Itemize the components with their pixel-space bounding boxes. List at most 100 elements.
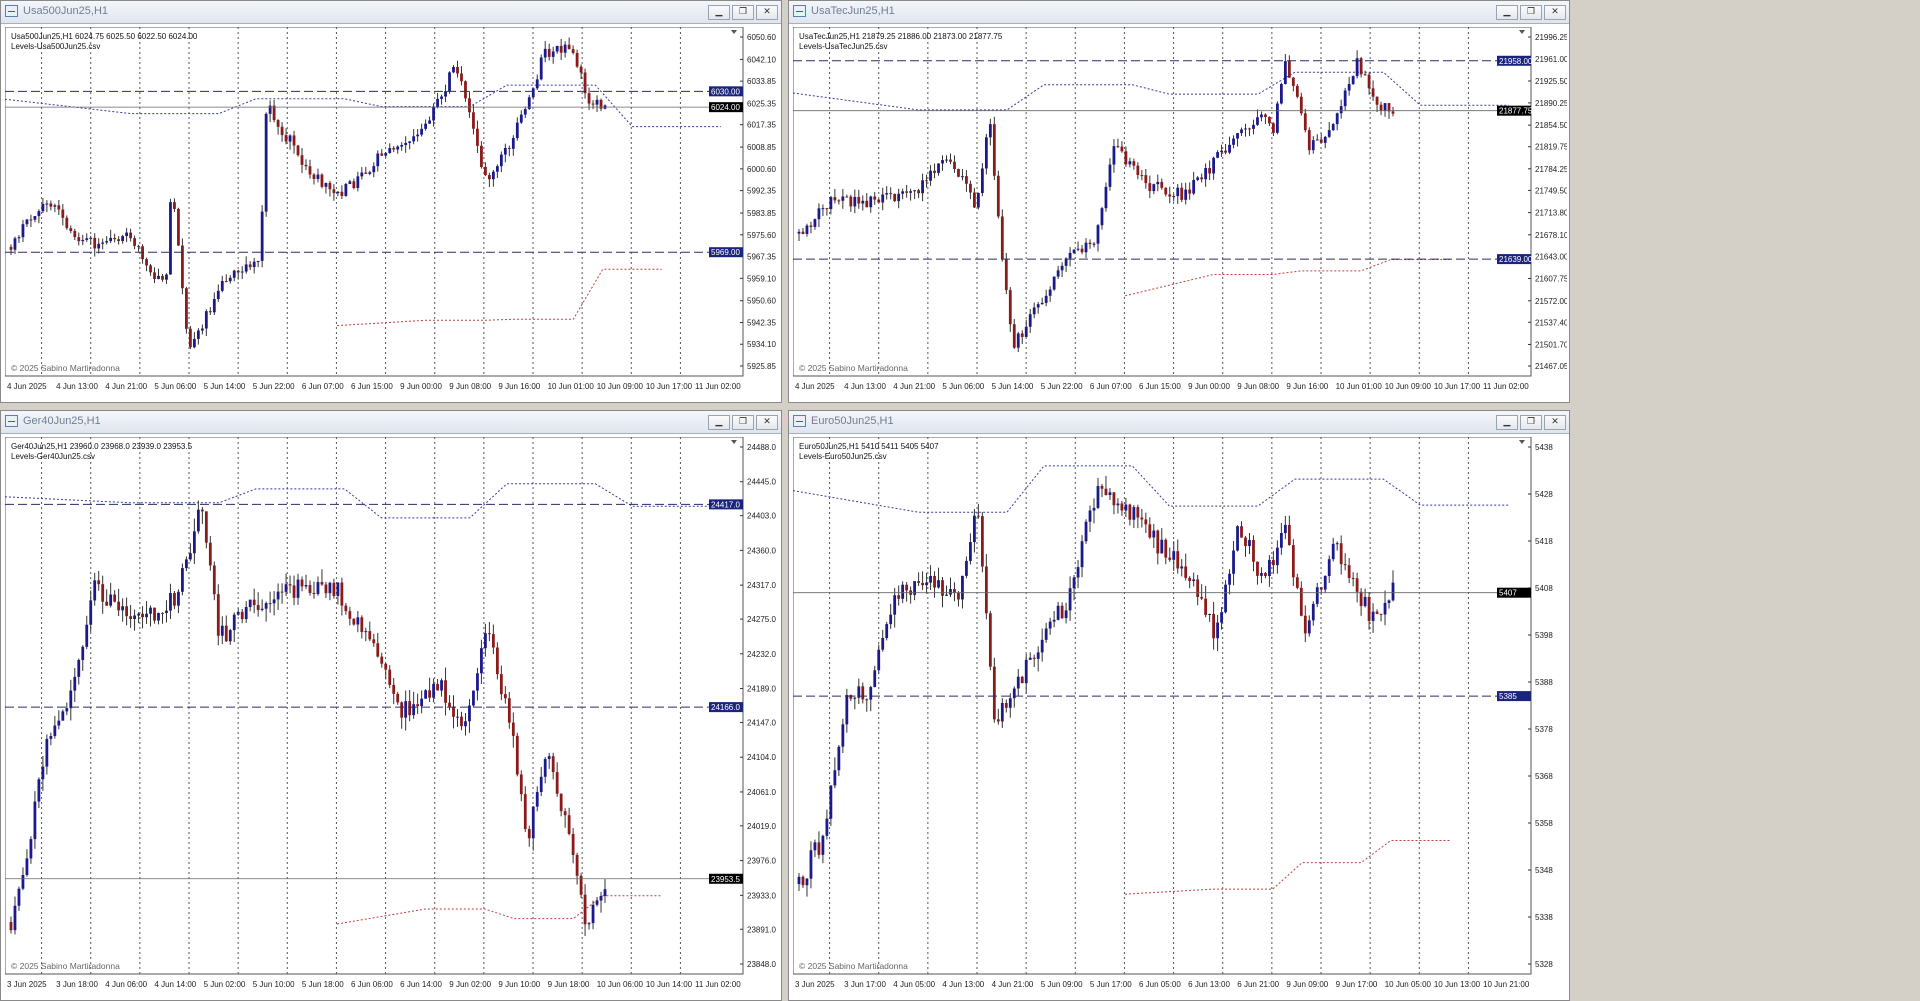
restore-button[interactable]: ❐ <box>1520 5 1542 20</box>
candle-body <box>73 676 77 691</box>
plot-area[interactable] <box>793 437 1532 975</box>
candle-body <box>224 281 228 283</box>
candle-body <box>101 242 105 244</box>
candle-body <box>1295 85 1299 97</box>
minimize-button[interactable]: ▁ <box>708 415 730 430</box>
candle-body <box>252 261 256 268</box>
close-button[interactable]: ✕ <box>1544 5 1566 20</box>
time-axis-label: 11 Jun 02:00 <box>695 980 741 989</box>
price-axis-label: 24445.0 <box>747 478 776 487</box>
minimize-button[interactable]: ▁ <box>1496 415 1518 430</box>
candle-body <box>1228 573 1231 585</box>
candle-body <box>571 833 575 856</box>
candle-body <box>208 542 212 566</box>
price-axis-label: 5959.10 <box>747 274 776 283</box>
candle-body <box>185 288 188 329</box>
candle-body <box>897 193 901 202</box>
candle-body <box>1315 587 1319 604</box>
price-axis-label: 23933.0 <box>747 891 776 900</box>
level-label: 5385 <box>1499 692 1517 701</box>
candle-body <box>1204 598 1208 615</box>
candle-body <box>149 607 152 614</box>
restore-button[interactable]: ❐ <box>732 415 754 430</box>
window-titlebar[interactable]: Usa500Jun25,H1 ▁ ❐ ✕ <box>1 1 781 24</box>
candle-body <box>523 109 527 115</box>
candle-body <box>1104 186 1108 209</box>
candle-body <box>248 599 252 608</box>
restore-icon: ❐ <box>1526 7 1536 17</box>
candle-body <box>1204 168 1208 180</box>
chart-window-euro50[interactable]: Euro50Jun25,H1 ▁ ❐ ✕ 5438 5428 5418 5408 539… <box>788 410 1570 1001</box>
chart-window-usatec[interactable]: UsaTecJun25,H1 ▁ ❐ ✕ 21996.25 21961.00 219… <box>788 0 1570 403</box>
candle-body <box>1248 539 1251 547</box>
candle-body <box>1367 74 1371 89</box>
candle-body <box>1160 181 1164 188</box>
symbol-info: Ger40Jun25,H1 23960.0 23968.0 23939.0 23… <box>11 442 193 451</box>
candle-body <box>53 725 57 736</box>
restore-button[interactable]: ❐ <box>732 5 754 20</box>
candle-body <box>535 79 539 89</box>
candle-body <box>25 219 29 225</box>
time-axis-label: 9 Jun 02:00 <box>449 980 491 989</box>
candle-body <box>1275 103 1279 133</box>
chart-window-icon <box>5 415 18 427</box>
plot-area[interactable] <box>5 437 744 975</box>
candle-body <box>328 182 332 190</box>
copyright-text: © 2025 Sabino Martiradonna <box>799 961 908 971</box>
candle-body <box>129 232 132 239</box>
candle-body <box>400 145 404 147</box>
candle-body <box>1116 503 1120 506</box>
time-axis: 3 Jun 2025 3 Jun 17:00 4 Jun 05:00 4 Jun 13… <box>795 980 1530 989</box>
candle-body <box>809 225 813 227</box>
price-chart[interactable]: 5438 5428 5418 5408 5398 5388 5378 5368 5358 5348… <box>793 437 1567 998</box>
candle-body <box>1299 587 1303 616</box>
candle-body <box>833 197 837 201</box>
candle-body <box>49 735 53 739</box>
time-axis-label: 4 Jun 14:00 <box>154 980 196 989</box>
close-icon: ✕ <box>763 7 771 17</box>
candle-body <box>961 176 964 178</box>
window-titlebar[interactable]: UsaTecJun25,H1 ▁ ❐ ✕ <box>789 1 1569 24</box>
candle-body <box>320 582 324 585</box>
time-axis-label: 9 Jun 08:00 <box>449 382 491 391</box>
time-axis-label: 4 Jun 05:00 <box>893 980 935 989</box>
time-axis-label: 10 Jun 01:00 <box>548 382 595 391</box>
candle-body <box>300 155 304 165</box>
price-chart[interactable]: 21996.25 21961.00 21925.50 21890.25 21854.50… <box>793 27 1567 400</box>
price-axis-label: 21678.10 <box>1535 231 1567 240</box>
candle-body <box>85 624 89 647</box>
candle-body <box>1279 84 1283 104</box>
candle-body <box>264 113 268 212</box>
chart-window-ger40[interactable]: Ger40Jun25,H1 ▁ ❐ ✕ 24488.0 24445.0 24403.… <box>0 410 782 1001</box>
minimize-button[interactable]: ▁ <box>1496 5 1518 20</box>
candle-body <box>961 575 964 600</box>
candle-body <box>1355 578 1359 592</box>
candle-body <box>933 575 936 588</box>
minimize-button[interactable]: ▁ <box>708 5 730 20</box>
candle-body <box>460 716 463 727</box>
candle-body <box>1088 242 1092 245</box>
candle-body <box>587 923 591 925</box>
candle-body <box>929 170 932 181</box>
price-chart[interactable]: 24488.0 24445.0 24403.0 24360.0 24317.0 24275… <box>5 437 779 998</box>
candle-body <box>1252 124 1255 129</box>
candle-body <box>484 633 487 649</box>
window-titlebar[interactable]: Euro50Jun25,H1 ▁ ❐ ✕ <box>789 411 1569 434</box>
window-titlebar[interactable]: Ger40Jun25,H1 ▁ ❐ ✕ <box>1 411 781 434</box>
price-axis-label: 24403.0 <box>747 512 776 521</box>
candle-body <box>996 719 1000 722</box>
candle-body <box>161 612 164 614</box>
close-button[interactable]: ✕ <box>756 415 778 430</box>
close-button[interactable]: ✕ <box>756 5 778 20</box>
candle-body <box>925 180 928 182</box>
candle-body <box>1375 611 1379 614</box>
time-axis-label: 9 Jun 18:00 <box>548 980 590 989</box>
close-button[interactable]: ✕ <box>1544 415 1566 430</box>
price-chart[interactable]: 6050.60 6042.10 6033.85 6025.35 6017.35 6008.… <box>5 27 779 400</box>
plot-area[interactable] <box>793 27 1532 377</box>
candle-body <box>1343 90 1347 107</box>
candle-body <box>905 584 909 591</box>
restore-button[interactable]: ❐ <box>1520 415 1542 430</box>
candle-body <box>1200 597 1204 599</box>
chart-window-usa500[interactable]: Usa500Jun25,H1 ▁ ❐ ✕ 6050.60 6042.10 6033.… <box>0 0 782 403</box>
